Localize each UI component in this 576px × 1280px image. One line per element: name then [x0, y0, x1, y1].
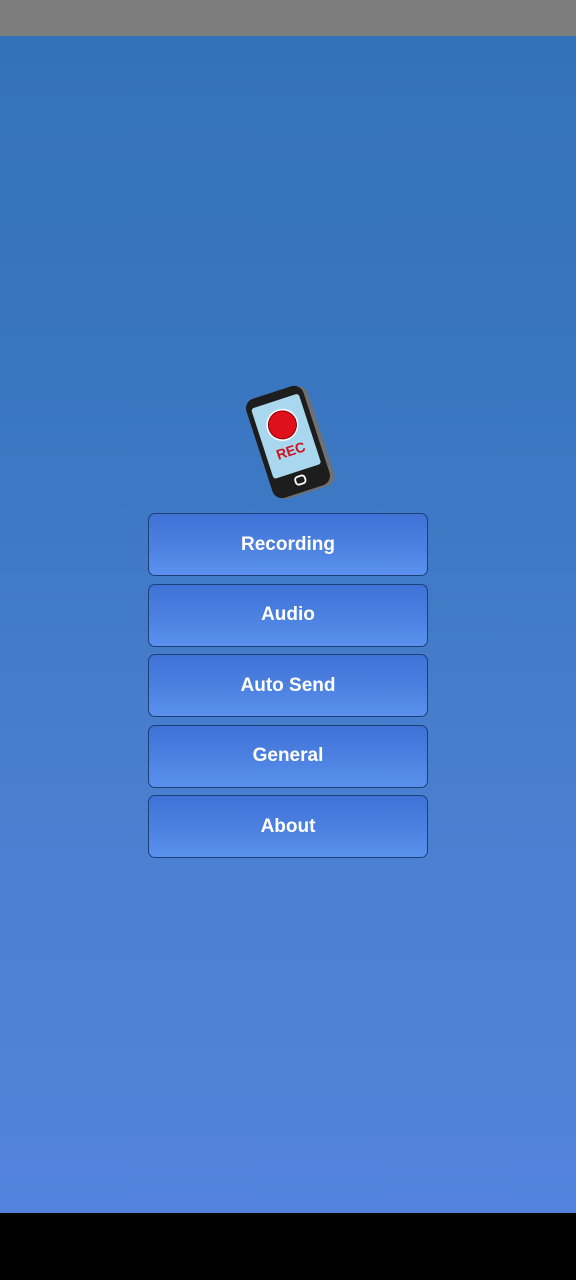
status-bar [0, 0, 576, 36]
navigation-bar [0, 1213, 576, 1280]
general-button[interactable]: General [148, 724, 428, 788]
main-menu: Recording Audio Auto Send General About [148, 513, 428, 866]
auto-send-button[interactable]: Auto Send [148, 654, 428, 717]
about-button[interactable]: About [148, 795, 428, 858]
phone-recording-icon: REC [246, 385, 335, 499]
app-screen: REC Recording Audio Auto Send General Ab… [0, 36, 576, 1213]
recording-button[interactable]: Recording [148, 513, 428, 576]
audio-button[interactable]: Audio [148, 583, 428, 647]
